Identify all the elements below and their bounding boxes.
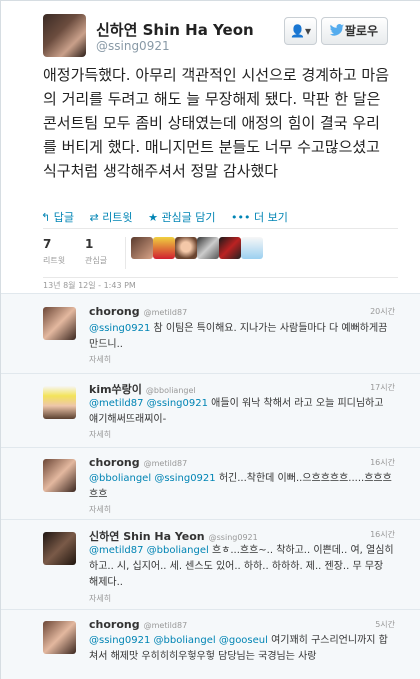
avatar[interactable] bbox=[43, 459, 76, 492]
retweet-label: 리트윗 bbox=[102, 211, 133, 224]
retweet-icon: ⇄ bbox=[89, 211, 99, 224]
reply-tweet[interactable]: 신하연 Shin Ha Yeon @ssing0921 16시간 @metild8… bbox=[1, 520, 420, 610]
reply-author-handle: @bboliangel bbox=[145, 386, 196, 395]
expand-link[interactable]: 자세히 bbox=[89, 429, 111, 440]
expand-link[interactable]: 자세히 bbox=[89, 504, 111, 515]
favorite-stat[interactable]: 1 관심글 bbox=[85, 237, 125, 266]
reply-author-name: 신하연 Shin Ha Yeon bbox=[89, 530, 205, 543]
reply-icon: ↰ bbox=[41, 211, 51, 224]
reply-author[interactable]: chorong @metild87 bbox=[89, 456, 187, 469]
reply-time[interactable]: 17시간 bbox=[370, 382, 395, 393]
follow-label: 팔로우 bbox=[344, 24, 378, 38]
reply-tweet[interactable]: chorong @metild87 16시간 @bboliangel @ssing… bbox=[1, 448, 420, 520]
reply-time[interactable]: 5시간 bbox=[375, 619, 395, 630]
reply-text: @ssing0921 참 이팀은 특이해요. 지나가는 사람들마다 다 예뻐하게… bbox=[89, 321, 394, 353]
reply-label: 답글 bbox=[53, 211, 74, 224]
more-icon: ••• bbox=[231, 211, 251, 224]
tweet-actions: ↰ 답글 ⇄ 리트윗 ★ 관심글 담기 ••• 더 보기 bbox=[41, 209, 300, 225]
retweeter-avatar[interactable] bbox=[131, 237, 153, 259]
favorite-count-label: 관심글 bbox=[85, 256, 108, 265]
reply-tweet[interactable]: chorong @metild87 20시간 @ssing0921 참 이팀은 특… bbox=[1, 294, 420, 374]
avatar[interactable] bbox=[43, 621, 76, 654]
reply-author-handle: @metild87 bbox=[143, 459, 188, 468]
retweeter-avatar[interactable] bbox=[175, 237, 197, 259]
mention-link[interactable]: @bboliangel bbox=[89, 473, 151, 484]
display-name[interactable]: 신하연 Shin Ha Yeon bbox=[96, 19, 254, 40]
avatar[interactable] bbox=[43, 14, 86, 57]
mention-link[interactable]: @ssing0921 bbox=[89, 323, 150, 334]
expand-link[interactable]: 자세히 bbox=[89, 593, 111, 604]
reply-text: @bboliangel @ssing0921 허긴...착한데 이뻐..으흐흐흐… bbox=[89, 471, 394, 503]
replies-list: chorong @metild87 20시간 @ssing0921 참 이팀은 특… bbox=[1, 293, 420, 679]
retweet-action[interactable]: ⇄ 리트윗 bbox=[89, 211, 132, 224]
follow-button[interactable]: 팔로우 bbox=[321, 17, 388, 45]
favorite-label: 관심글 담기 bbox=[161, 211, 216, 224]
tweet-text: 애정가득했다. 아무리 객관적인 시선으로 경계하고 마음의 거리를 두려고 해… bbox=[43, 66, 390, 180]
reply-author-handle: @ssing0921 bbox=[208, 533, 258, 542]
mention-link[interactable]: @metild87 bbox=[89, 545, 143, 556]
reply-author-handle: @metild87 bbox=[143, 621, 188, 630]
retweet-count: 7 bbox=[43, 237, 52, 251]
tweet-permalink-card: 신하연 Shin Ha Yeon @ssing0921 👤▾ 팔로우 애정가득했… bbox=[0, 0, 420, 679]
expand-link[interactable]: 자세히 bbox=[89, 354, 111, 365]
mention-link[interactable]: @ssing0921 bbox=[89, 635, 150, 646]
reply-author-name: kim쑤랑이 bbox=[89, 383, 142, 396]
reply-time[interactable]: 16시간 bbox=[370, 457, 395, 468]
reply-author-name: chorong bbox=[89, 456, 140, 469]
reply-author[interactable]: chorong @metild87 bbox=[89, 618, 187, 631]
star-icon: ★ bbox=[148, 211, 158, 224]
reply-action[interactable]: ↰ 답글 bbox=[41, 211, 74, 224]
retweeter-avatar[interactable] bbox=[153, 237, 175, 259]
divider bbox=[43, 228, 398, 229]
mention-link[interactable]: @bboliangel bbox=[154, 635, 216, 646]
mention-link[interactable]: @ssing0921 bbox=[147, 398, 208, 409]
reply-time[interactable]: 20시간 bbox=[370, 306, 395, 317]
more-action[interactable]: ••• 더 보기 bbox=[231, 211, 288, 224]
more-label: 더 보기 bbox=[254, 211, 288, 224]
stats-separator bbox=[125, 237, 126, 269]
mention-link[interactable]: @gooseul bbox=[219, 635, 268, 646]
twitter-bird-icon bbox=[329, 24, 344, 36]
reply-time[interactable]: 16시간 bbox=[370, 529, 395, 540]
reply-tweet[interactable]: kim쑤랑이 @bboliangel 17시간 @metild87 @ssing0… bbox=[1, 374, 420, 448]
reply-author-handle: @metild87 bbox=[143, 308, 188, 317]
main-tweet: 신하연 Shin Ha Yeon @ssing0921 👤▾ 팔로우 애정가득했… bbox=[1, 1, 420, 293]
retweet-stat[interactable]: 7 리트윗 bbox=[43, 237, 83, 266]
user-actions-dropdown[interactable]: 👤▾ bbox=[284, 17, 317, 45]
favorite-action[interactable]: ★ 관심글 담기 bbox=[148, 211, 215, 224]
divider bbox=[43, 277, 398, 278]
reply-text: @metild87 @bboliangel 흐ㅎ...흐흐~.. 착하고.. 이… bbox=[89, 543, 394, 591]
reply-text: @ssing0921 @bboliangel @gooseul 여기꽤히 구스리… bbox=[89, 633, 394, 665]
username[interactable]: @ssing0921 bbox=[96, 39, 170, 53]
reply-text: @metild87 @ssing0921 애들이 워낙 착해서 라고 오늘 피디… bbox=[89, 396, 394, 428]
reply-author[interactable]: chorong @metild87 bbox=[89, 305, 187, 318]
favorite-count: 1 bbox=[85, 237, 94, 251]
reply-author[interactable]: 신하연 Shin Ha Yeon @ssing0921 bbox=[89, 528, 258, 544]
retweeter-avatar[interactable] bbox=[197, 237, 219, 259]
reply-author-name: chorong bbox=[89, 305, 140, 318]
retweeter-avatar[interactable] bbox=[219, 237, 241, 259]
avatar[interactable] bbox=[43, 307, 76, 340]
tweet-timestamp[interactable]: 13년 8월 12일 - 1:43 PM bbox=[43, 280, 136, 291]
mention-link[interactable]: @metild87 bbox=[89, 398, 143, 409]
avatar[interactable] bbox=[43, 532, 76, 565]
mention-link[interactable]: @ssing0921 bbox=[154, 473, 215, 484]
mention-link[interactable]: @bboliangel bbox=[147, 545, 209, 556]
reply-author-name: chorong bbox=[89, 618, 140, 631]
reply-tweet[interactable]: chorong @metild87 5시간 @ssing0921 @bbolian… bbox=[1, 610, 420, 679]
reply-author[interactable]: kim쑤랑이 @bboliangel bbox=[89, 381, 196, 397]
retweet-count-label: 리트윗 bbox=[43, 256, 66, 265]
retweeter-avatar[interactable] bbox=[241, 237, 263, 259]
display-name-text[interactable]: 신하연 Shin Ha Yeon bbox=[96, 21, 254, 39]
avatar[interactable] bbox=[43, 386, 76, 419]
